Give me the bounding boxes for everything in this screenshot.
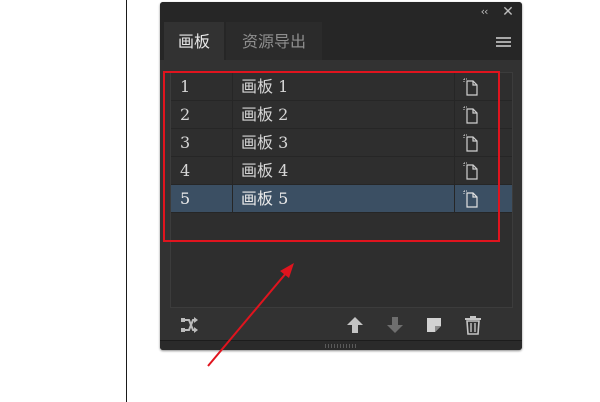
collapse-icon[interactable]: ‹‹: [476, 4, 492, 20]
delete-icon[interactable]: [462, 314, 484, 336]
new-artboard-icon[interactable]: [423, 314, 445, 336]
tab-asset-export[interactable]: 资源导出: [226, 22, 322, 60]
panel-resize-bar[interactable]: [160, 340, 522, 350]
resize-grip-icon[interactable]: [325, 344, 357, 348]
page-divider-line: [126, 0, 127, 402]
annotation-highlight-box: [163, 71, 500, 242]
hamburger-menu-icon[interactable]: [496, 37, 511, 47]
rearrange-icon[interactable]: [178, 314, 200, 336]
close-icon[interactable]: ✕: [500, 4, 516, 20]
move-up-icon[interactable]: [344, 314, 366, 336]
tab-artboards[interactable]: 画板: [164, 22, 224, 60]
panel-tab-strip: 画板 资源导出: [160, 22, 522, 60]
panel-title-bar[interactable]: ‹‹ ✕: [160, 2, 522, 22]
move-down-icon[interactable]: [384, 314, 406, 336]
